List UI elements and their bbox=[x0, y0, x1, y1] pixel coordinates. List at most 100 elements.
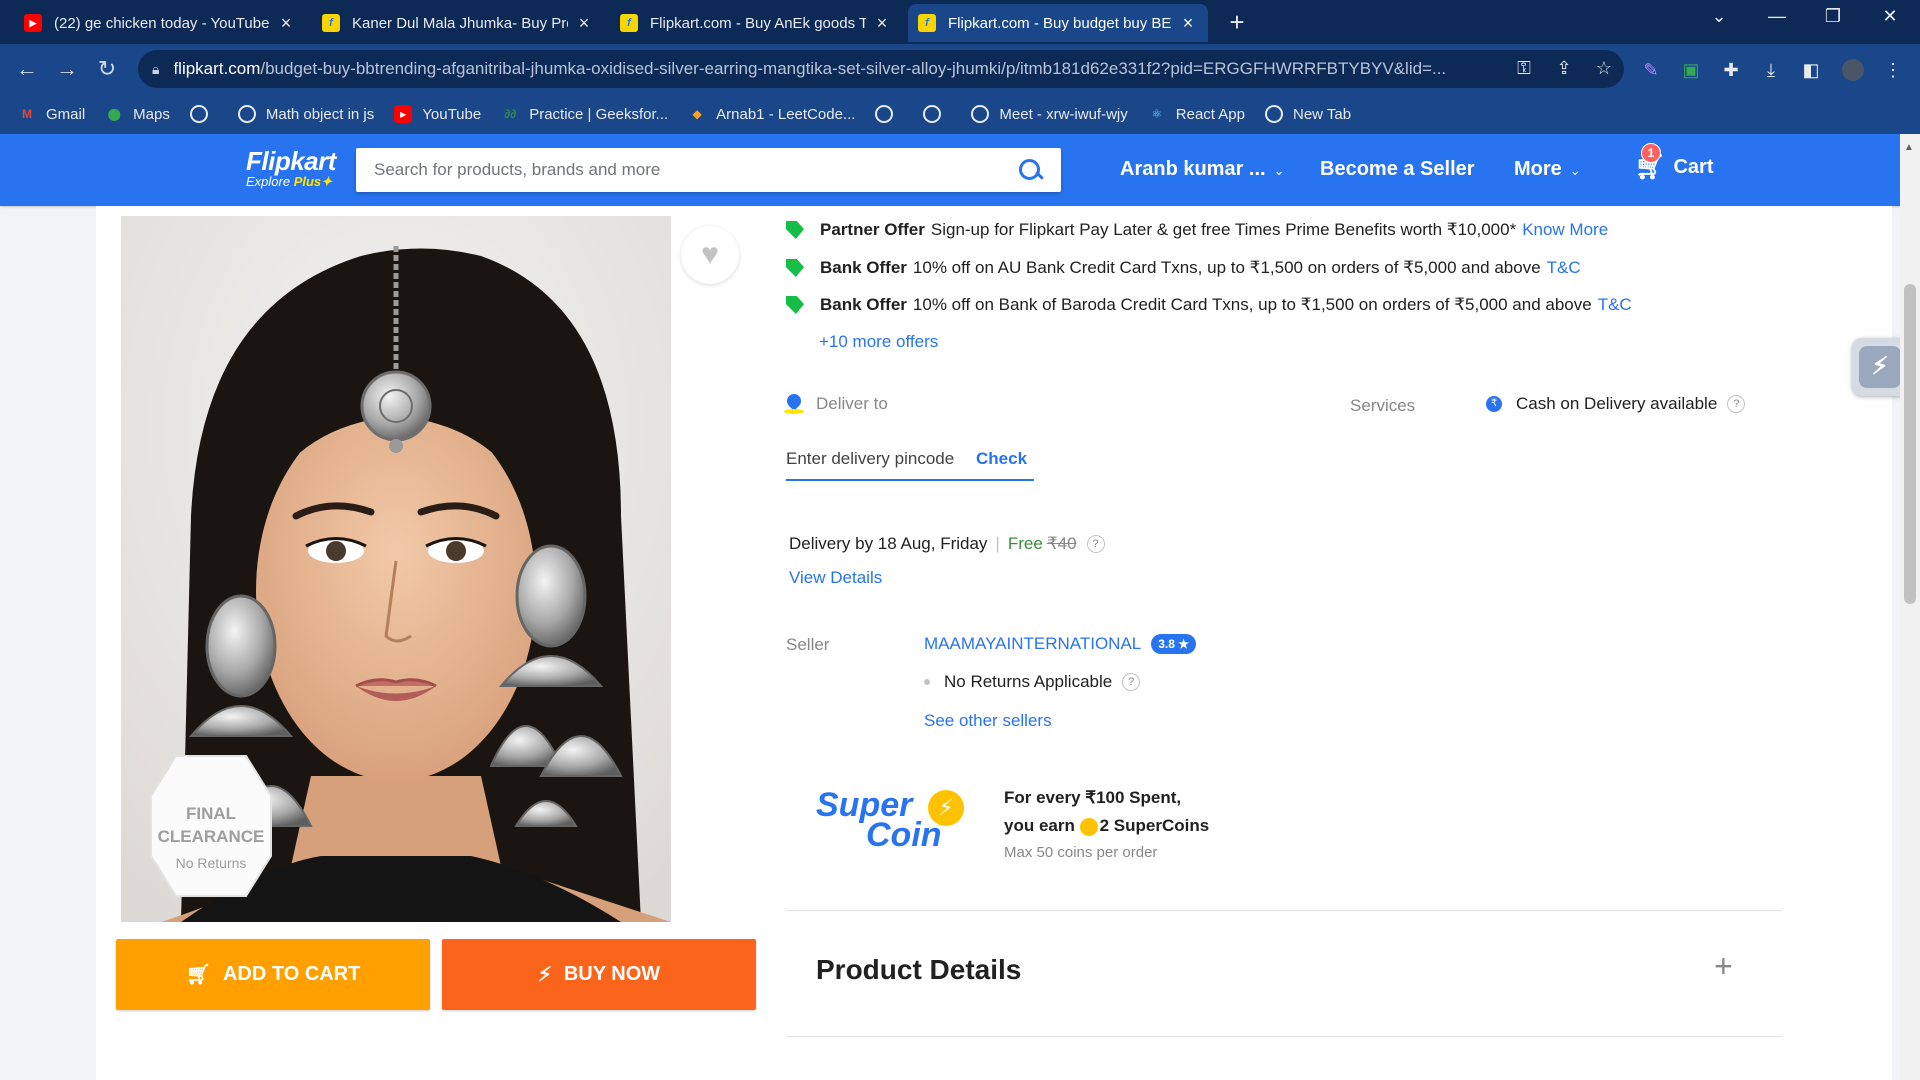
tab-title: (22) ge chicken today - YouTube bbox=[54, 14, 270, 32]
forward-icon[interactable]: → bbox=[52, 54, 82, 84]
profile-avatar[interactable] bbox=[1842, 59, 1864, 81]
divider bbox=[786, 910, 1782, 911]
close-tab-icon[interactable]: × bbox=[276, 13, 296, 34]
seller-name: MAAMAYAINTERNATIONAL bbox=[924, 634, 1142, 653]
close-tab-icon[interactable]: × bbox=[1178, 13, 1198, 34]
feather-extension-icon[interactable]: ✎ bbox=[1640, 59, 1662, 81]
search-input[interactable] bbox=[374, 160, 1017, 180]
star-icon[interactable]: ☆ bbox=[1592, 58, 1616, 79]
supercoin-logo: Super Coin ⚡︎ bbox=[816, 788, 976, 880]
services-label: Services bbox=[1350, 396, 1416, 415]
more-offers-link[interactable]: +10 more offers bbox=[819, 332, 938, 352]
add-to-cart-button[interactable]: 🛒︎ ADD TO CART bbox=[116, 939, 430, 1010]
bookmark-globe[interactable] bbox=[875, 105, 903, 123]
flipkart-icon: f bbox=[322, 14, 340, 32]
cod-info: ₹ Cash on Delivery available ? bbox=[1486, 394, 1746, 414]
page-scrollbar[interactable]: ▲ bbox=[1900, 134, 1920, 1080]
offer-know-more-link[interactable]: Know More bbox=[1522, 220, 1608, 240]
bookmark-globe[interactable] bbox=[923, 105, 951, 123]
logo-explore: Explore bbox=[246, 174, 291, 189]
key-icon[interactable]: ⚿ bbox=[1512, 58, 1536, 79]
bookmark-meet[interactable]: Meet - xrw-iwuf-wjy bbox=[971, 105, 1128, 123]
final-clearance-badge: FINAL CLEARANCE No Returns bbox=[121, 802, 301, 875]
help-icon[interactable]: ? bbox=[1122, 673, 1141, 691]
react-icon: ⚛ bbox=[1151, 107, 1163, 121]
back-icon[interactable]: ← bbox=[12, 54, 42, 84]
tab-title: Flipkart.com - Buy AnEk goods Tr bbox=[650, 14, 866, 32]
scroll-up-icon[interactable]: ▲ bbox=[1904, 142, 1914, 153]
browser-tab[interactable]: f Flipkart.com - Buy AnEk goods Tr × bbox=[610, 4, 902, 42]
bookmark-youtube[interactable]: ▶ YouTube bbox=[394, 105, 481, 123]
seller-label: Seller bbox=[786, 635, 830, 654]
cart-button[interactable]: 🛒︎ 1 Cart bbox=[1635, 143, 1714, 182]
supercoin-earn-prefix: you earn bbox=[1004, 816, 1075, 835]
offer-tag-icon bbox=[786, 296, 804, 314]
download-icon[interactable]: ⤓ bbox=[1760, 59, 1782, 81]
tab-search-icon[interactable]: ⌄ bbox=[1699, 6, 1739, 27]
cart-label: Cart bbox=[1673, 156, 1714, 178]
tab-title: Flipkart.com - Buy budget buy BE bbox=[948, 14, 1172, 32]
bookmark-label: YouTube bbox=[422, 105, 482, 123]
new-tab-icon[interactable]: + bbox=[1222, 8, 1252, 38]
account-menu[interactable]: Aranb kumar ... ⌄ bbox=[1120, 158, 1285, 181]
bookmark-math-object[interactable]: Math object in js bbox=[237, 105, 374, 123]
offer-tc-link[interactable]: T&C bbox=[1547, 258, 1581, 278]
help-icon[interactable]: ? bbox=[1086, 535, 1105, 553]
globe-icon bbox=[875, 105, 894, 123]
add-to-cart-label: ADD TO CART bbox=[222, 963, 361, 985]
seller-name-link[interactable]: MAAMAYAINTERNATIONAL 3.8 ★ bbox=[924, 634, 1197, 654]
check-pincode-button[interactable]: Check bbox=[976, 449, 1027, 469]
browser-tab[interactable]: ▶ (22) ge chicken today - YouTube × bbox=[14, 4, 306, 42]
delivery-estimate: Delivery by 18 Aug, Friday | Free ₹40 ? bbox=[789, 534, 1105, 554]
extension-icon[interactable]: ▣ bbox=[1680, 59, 1702, 81]
flipkart-logo[interactable]: Flipkart Explore Plus✦ bbox=[246, 146, 336, 190]
kebab-menu-icon[interactable]: ⋮ bbox=[1882, 59, 1904, 81]
more-menu[interactable]: More ⌄ bbox=[1514, 158, 1581, 181]
bookmark-new-tab[interactable]: New Tab bbox=[1264, 105, 1351, 123]
become-seller-link[interactable]: Become a Seller bbox=[1320, 158, 1475, 181]
globe-icon bbox=[971, 105, 990, 123]
reload-icon[interactable]: ↻ bbox=[92, 54, 122, 84]
search-icon[interactable] bbox=[1017, 157, 1043, 183]
buy-now-button[interactable]: ⚡︎ BUY NOW bbox=[442, 939, 756, 1010]
product-image[interactable]: FINAL CLEARANCE No Returns bbox=[121, 216, 671, 922]
browser-tab-active[interactable]: f Flipkart.com - Buy budget buy BE × bbox=[908, 4, 1208, 42]
browser-tab[interactable]: f Kaner Dul Mala Jhumka- Buy Pro × bbox=[312, 4, 604, 42]
offer-tc-link[interactable]: T&C bbox=[1598, 295, 1632, 315]
bookmark-gmail[interactable]: M Gmail bbox=[18, 105, 85, 123]
buy-now-label: BUY NOW bbox=[563, 963, 661, 985]
bookmark-globe[interactable] bbox=[189, 105, 218, 123]
expand-plus-icon[interactable]: + bbox=[1714, 948, 1733, 985]
view-details-link[interactable]: View Details bbox=[789, 568, 882, 588]
globe-icon bbox=[1264, 105, 1283, 123]
offer-text: Sign-up for Flipkart Pay Later & get fre… bbox=[930, 220, 1517, 239]
see-other-sellers-link[interactable]: See other sellers bbox=[924, 711, 1052, 731]
close-tab-icon[interactable]: × bbox=[872, 13, 892, 34]
bookmark-maps[interactable]: ⬤ Maps bbox=[105, 105, 169, 123]
restore-icon[interactable]: ❐ bbox=[1813, 6, 1853, 27]
address-bar[interactable]: 🔒︎ flipkart.com/budget-buy-bbtrending-af… bbox=[138, 50, 1624, 88]
bookmark-react-app[interactable]: ⚛ React App bbox=[1148, 105, 1245, 123]
bookmark-geeksforgeeks[interactable]: ∂∂ Practice | Geeksfor... bbox=[501, 105, 668, 123]
scrollbar-thumb[interactable] bbox=[1904, 284, 1916, 604]
return-policy-text: No Returns Applicable bbox=[944, 672, 1113, 691]
offer-tag-icon bbox=[786, 259, 804, 277]
wishlist-heart-icon[interactable]: ♥ bbox=[681, 226, 739, 284]
puzzle-icon[interactable]: ✚ bbox=[1720, 59, 1742, 81]
minimize-icon[interactable]: — bbox=[1757, 6, 1797, 27]
lock-icon[interactable]: 🔒︎ bbox=[152, 61, 159, 78]
share-icon[interactable]: ⇪ bbox=[1552, 58, 1576, 79]
return-policy: No Returns Applicable ? bbox=[924, 672, 1141, 692]
close-tab-icon[interactable]: × bbox=[574, 13, 594, 34]
leetcode-icon: ◆ bbox=[692, 107, 702, 121]
pincode-input[interactable] bbox=[786, 448, 976, 469]
offer-text: 10% off on AU Bank Credit Card Txns, up … bbox=[912, 258, 1541, 277]
globe-icon bbox=[237, 105, 256, 123]
close-window-icon[interactable]: ✕ bbox=[1870, 6, 1910, 27]
product-details-title[interactable]: Product Details bbox=[816, 954, 1021, 986]
bookmark-leetcode[interactable]: ◆ Arnab1 - LeetCode... bbox=[688, 105, 856, 123]
cart-count-badge: 1 bbox=[1641, 143, 1661, 163]
cart-icon: 🛒︎ bbox=[185, 964, 211, 986]
side-panel-icon[interactable]: ◧ bbox=[1800, 59, 1822, 81]
help-icon[interactable]: ? bbox=[1727, 395, 1746, 413]
